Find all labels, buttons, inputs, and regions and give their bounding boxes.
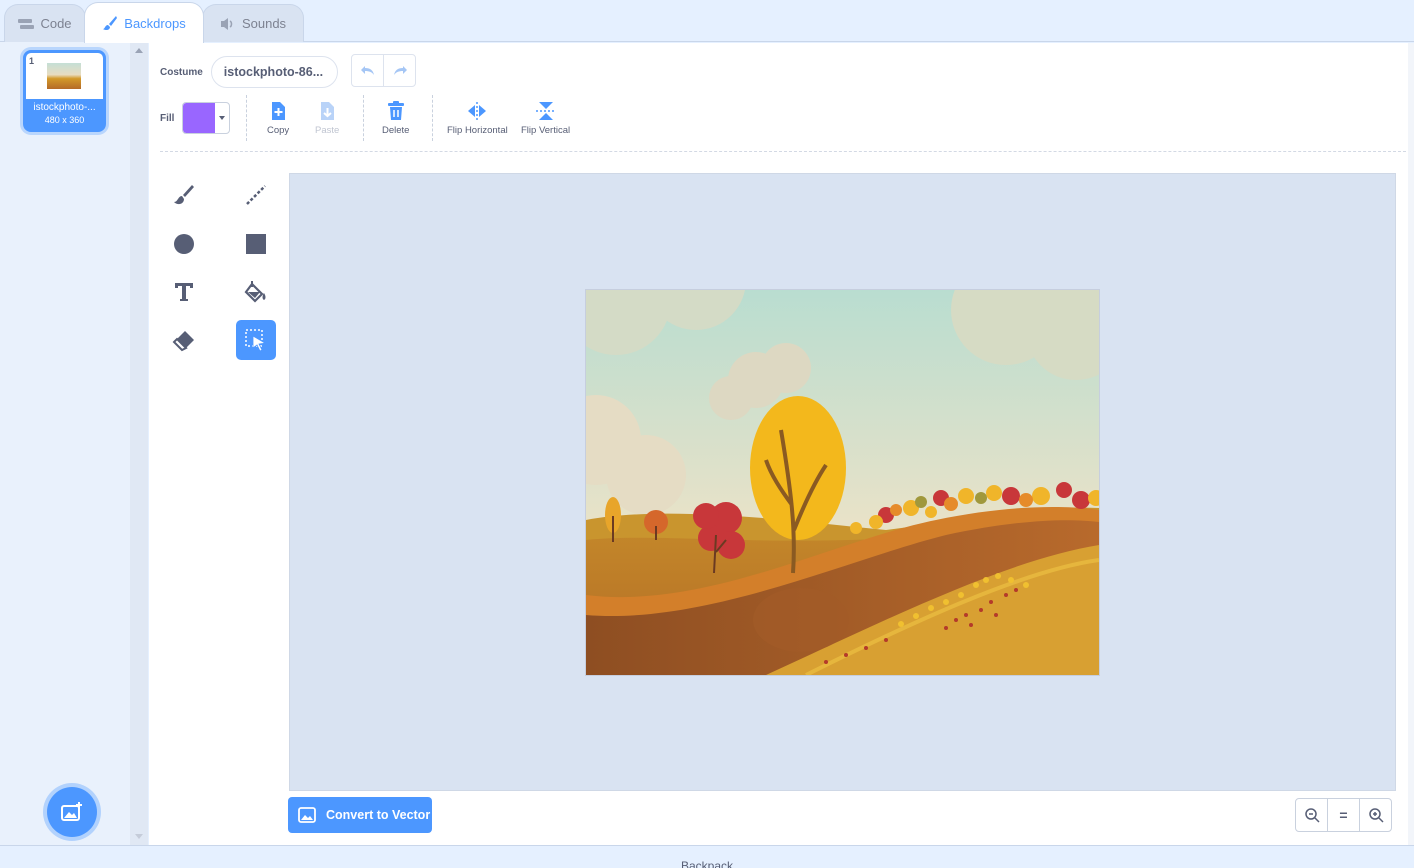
brush-tool[interactable] bbox=[164, 175, 204, 215]
copy-icon bbox=[272, 102, 286, 120]
rectangle-icon bbox=[246, 234, 266, 254]
add-backdrop-button[interactable] bbox=[47, 787, 97, 837]
zoom-controls: = bbox=[1295, 798, 1392, 832]
line-icon bbox=[246, 185, 266, 205]
brush-icon bbox=[174, 185, 194, 205]
backdrop-name: istockphoto-... bbox=[33, 102, 96, 113]
backdrop-tile[interactable]: 1 istockphoto-... 480 x 360 bbox=[23, 50, 106, 132]
zoom-in-icon bbox=[1368, 808, 1384, 823]
convert-to-vector-label: Convert to Vector bbox=[326, 808, 431, 822]
paste-label: Paste bbox=[315, 125, 340, 136]
rectangle-tool[interactable] bbox=[236, 224, 276, 264]
speaker-icon bbox=[220, 17, 233, 30]
tab-sounds[interactable]: Sounds bbox=[202, 4, 304, 42]
zoom-reset-label: = bbox=[1339, 807, 1348, 823]
undo-button[interactable] bbox=[352, 55, 384, 86]
zoom-out-icon bbox=[1304, 808, 1320, 823]
backpack-label: Backpack bbox=[680, 859, 734, 868]
copy-label: Copy bbox=[267, 125, 290, 136]
select-cursor-icon bbox=[245, 329, 267, 352]
undo-redo-group bbox=[351, 54, 416, 87]
autumn-landscape-image bbox=[586, 290, 1099, 675]
code-blocks-icon bbox=[18, 18, 35, 29]
costume-label: Costume bbox=[160, 66, 203, 78]
text-icon bbox=[175, 283, 193, 301]
backdrop-size: 480 x 360 bbox=[44, 115, 85, 125]
backdrop-thumbnail-image bbox=[47, 63, 81, 89]
paint-editor: Costume istockphoto-86... Fill Copy Past… bbox=[149, 43, 1414, 845]
redo-button[interactable] bbox=[384, 55, 415, 86]
flip-vertical-icon bbox=[535, 102, 556, 120]
sidebar-scrollbar[interactable] bbox=[130, 42, 148, 845]
zoom-reset-button[interactable]: = bbox=[1328, 799, 1360, 831]
zoom-out-button[interactable] bbox=[1296, 799, 1328, 831]
flip-horizontal-button[interactable]: Flip Horizontal bbox=[447, 101, 508, 136]
tab-backdrops[interactable]: Backdrops bbox=[84, 2, 204, 43]
circle-tool[interactable] bbox=[164, 224, 204, 264]
copy-button[interactable]: Copy bbox=[267, 101, 289, 136]
backdrop-thumbnail: 1 bbox=[26, 53, 103, 99]
paint-canvas[interactable] bbox=[289, 173, 1396, 791]
convert-to-vector-button[interactable]: Convert to Vector bbox=[288, 797, 432, 833]
trash-icon bbox=[387, 101, 404, 120]
tab-code[interactable]: Code bbox=[4, 4, 86, 42]
editor-tabs: Code Backdrops Sounds bbox=[0, 0, 1414, 43]
backpack-bar[interactable]: Backpack bbox=[0, 845, 1414, 868]
backdrop-image bbox=[585, 289, 1100, 676]
redo-icon bbox=[393, 65, 407, 75]
delete-button[interactable]: Delete bbox=[382, 101, 409, 136]
fill-tool[interactable] bbox=[236, 272, 276, 312]
text-tool[interactable] bbox=[164, 272, 204, 312]
fill-row: Fill bbox=[160, 102, 231, 134]
fill-dropdown-arrow bbox=[215, 103, 229, 133]
tab-code-label: Code bbox=[40, 16, 72, 31]
flip-vertical-button[interactable]: Flip Vertical bbox=[521, 101, 570, 136]
toolbar-divider bbox=[432, 95, 433, 141]
costume-name-input[interactable]: istockphoto-86... bbox=[210, 56, 338, 88]
flip-horizontal-label: Flip Horizontal bbox=[447, 125, 508, 136]
paint-bucket-icon bbox=[244, 281, 266, 303]
select-tool[interactable] bbox=[236, 320, 276, 360]
zoom-in-button[interactable] bbox=[1360, 799, 1391, 831]
toolbar-divider bbox=[246, 95, 247, 141]
fill-color-picker[interactable] bbox=[182, 102, 231, 134]
backdrop-list-panel: 1 istockphoto-... 480 x 360 bbox=[0, 42, 148, 845]
toolbar-divider bbox=[363, 95, 364, 141]
backdrop-number: 1 bbox=[29, 56, 35, 66]
eraser-tool[interactable] bbox=[164, 320, 204, 360]
line-tool[interactable] bbox=[236, 175, 276, 215]
circle-icon bbox=[174, 234, 194, 254]
toolbar-separator bbox=[160, 151, 1406, 152]
scroll-down-arrow-icon[interactable] bbox=[135, 834, 143, 839]
flip-horizontal-icon bbox=[468, 102, 487, 120]
editor-right-edge bbox=[1408, 43, 1414, 845]
costume-name-row: Costume istockphoto-86... bbox=[160, 56, 338, 88]
tab-backdrops-label: Backdrops bbox=[124, 15, 186, 31]
fill-label: Fill bbox=[160, 112, 175, 124]
scroll-up-arrow-icon[interactable] bbox=[135, 48, 143, 53]
paintbrush-icon bbox=[103, 16, 118, 31]
fill-color-swatch bbox=[183, 103, 216, 133]
flip-vertical-label: Flip Vertical bbox=[521, 125, 571, 136]
eraser-icon bbox=[172, 331, 194, 352]
tab-sounds-label: Sounds bbox=[241, 16, 287, 31]
delete-label: Delete bbox=[382, 125, 410, 136]
paste-icon bbox=[321, 102, 335, 120]
add-backdrop-icon bbox=[61, 802, 82, 821]
image-icon bbox=[298, 807, 316, 823]
undo-icon bbox=[360, 65, 374, 75]
chevron-down-icon bbox=[219, 116, 226, 120]
paste-button[interactable]: Paste bbox=[315, 101, 339, 136]
